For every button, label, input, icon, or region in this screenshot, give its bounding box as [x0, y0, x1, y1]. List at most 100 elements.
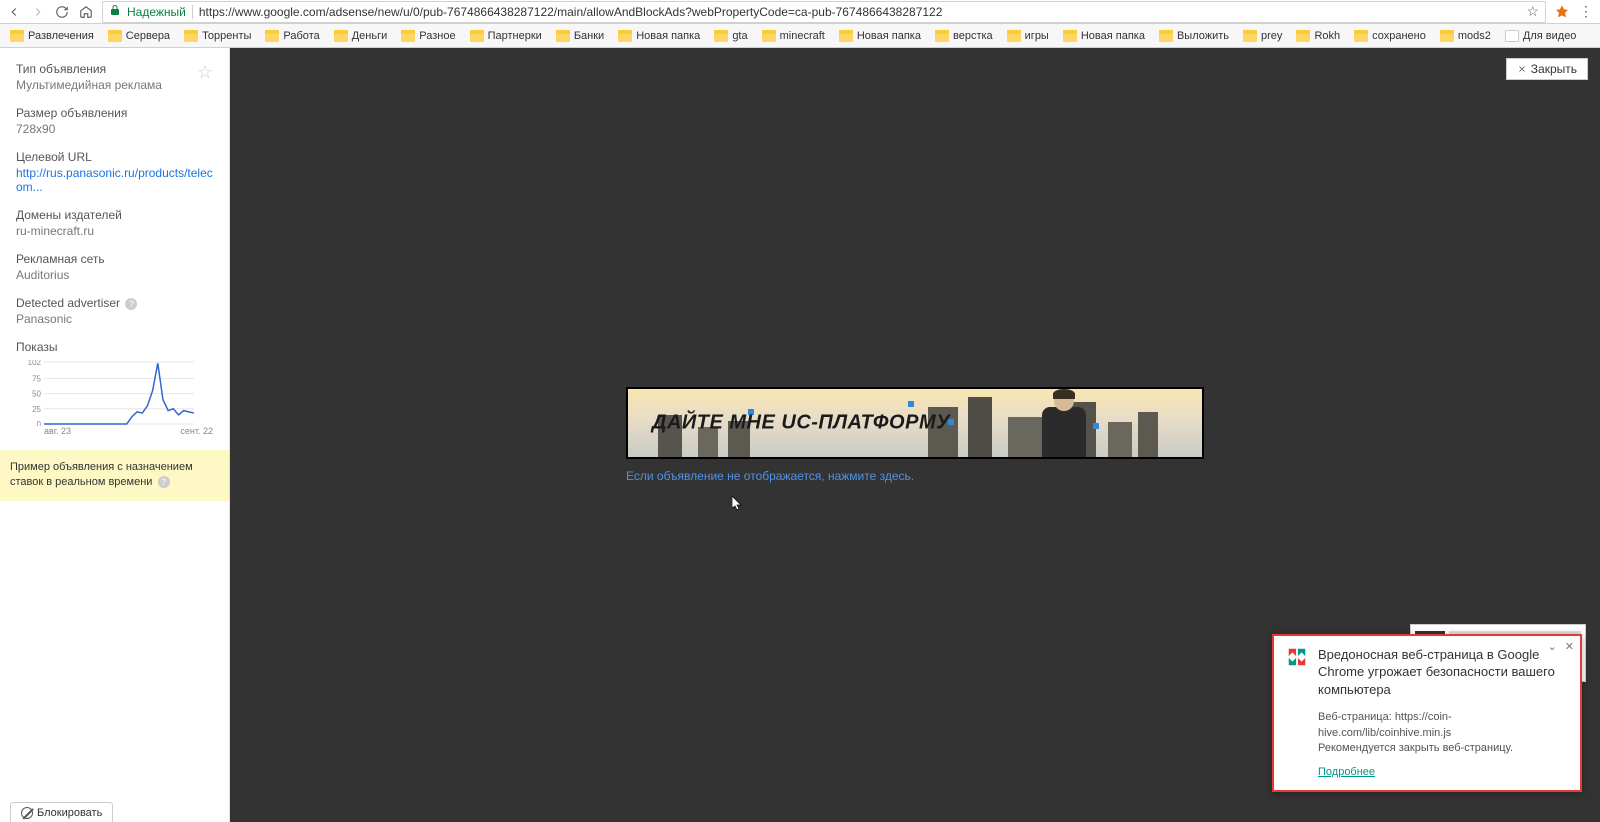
ad-banner[interactable]: ДАЙТЕ МНЕ UC-ПЛАТФОРМУ — [626, 387, 1204, 459]
folder-icon — [1440, 30, 1454, 42]
bookmark-item[interactable]: Развлечения — [4, 28, 100, 44]
kaspersky-logo-icon — [1286, 646, 1308, 668]
bookmark-item[interactable]: gta — [708, 28, 753, 44]
ad-headline: ДАЙТЕ МНЕ UC-ПЛАТФОРМУ — [652, 412, 950, 435]
block-button[interactable]: Блокировать — [10, 802, 113, 822]
block-label: Блокировать — [37, 807, 102, 819]
bookmark-label: Банки — [574, 30, 604, 42]
favorite-star-icon[interactable]: ☆ — [197, 62, 213, 83]
bookmark-item[interactable]: Новая папка — [612, 28, 706, 44]
field-ad-network: Рекламная сеть Auditorius — [16, 252, 213, 282]
folder-icon — [401, 30, 415, 42]
label: Detected advertiser ? — [16, 296, 213, 310]
svg-text:50: 50 — [32, 390, 41, 399]
bookmark-label: Торренты — [202, 30, 251, 42]
bookmark-item[interactable]: Торренты — [178, 28, 257, 44]
folder-icon — [10, 30, 24, 42]
ad-fallback-link[interactable]: Если объявление не отображается, нажмите… — [626, 469, 1204, 483]
bookmark-label: minecraft — [780, 30, 825, 42]
bookmark-label: Работа — [283, 30, 319, 42]
forward-button[interactable] — [30, 4, 46, 20]
bookmark-label: Новая папка — [636, 30, 700, 42]
help-icon[interactable]: ? — [158, 476, 170, 488]
bookmark-item[interactable]: верстка — [929, 28, 999, 44]
close-label: Закрыть — [1531, 62, 1577, 76]
field-ad-type: Тип объявления Мультимедийная реклама — [16, 62, 213, 92]
bookmark-label: Новая папка — [1081, 30, 1145, 42]
field-detected-advertiser: Detected advertiser ? Panasonic — [16, 296, 213, 326]
browser-toolbar: Надежный https://www.google.com/adsense/… — [0, 0, 1600, 24]
bookmark-star-icon[interactable]: ☆ — [1526, 3, 1539, 20]
bookmark-label: сохранено — [1372, 30, 1426, 42]
bookmark-item[interactable]: сохранено — [1348, 28, 1432, 44]
bookmark-item[interactable]: игры — [1001, 28, 1055, 44]
alert-more-link[interactable]: Подробнее — [1318, 765, 1375, 780]
alert-collapse-button[interactable]: ⌄ — [1548, 640, 1557, 653]
bookmark-item[interactable]: Для видео — [1499, 28, 1583, 44]
reload-button[interactable] — [54, 4, 70, 20]
address-bar[interactable]: Надежный https://www.google.com/adsense/… — [102, 1, 1546, 23]
svg-text:75: 75 — [32, 374, 41, 383]
label: Тип объявления — [16, 62, 213, 76]
sidebar: ☆ Тип объявления Мультимедийная реклама … — [0, 48, 230, 822]
folder-icon — [1354, 30, 1368, 42]
label: Домены издателей — [16, 208, 213, 222]
bookmark-label: Rokh — [1314, 30, 1340, 42]
svg-text:102: 102 — [28, 360, 42, 367]
home-button[interactable] — [78, 4, 94, 20]
alert-close-button[interactable]: ✕ — [1565, 640, 1574, 653]
folder-icon — [184, 30, 198, 42]
bookmark-label: Партнерки — [488, 30, 542, 42]
close-button[interactable]: Закрыть — [1506, 58, 1588, 80]
divider — [192, 5, 193, 19]
folder-icon — [556, 30, 570, 42]
bookmark-item[interactable]: Новая папка — [833, 28, 927, 44]
folder-icon — [108, 30, 122, 42]
alert-advice: Рекомендуется закрыть веб-страницу. — [1318, 741, 1568, 756]
man-figure — [1036, 389, 1092, 457]
folder-icon — [618, 30, 632, 42]
ad-container: ДАЙТЕ МНЕ UC-ПЛАТФОРМУ Если объявление н… — [626, 387, 1204, 483]
bookmark-item[interactable]: Банки — [550, 28, 610, 44]
folder-icon — [762, 30, 776, 42]
chrome-menu-button[interactable]: ⋮ — [1578, 4, 1594, 20]
target-url-link[interactable]: http://rus.panasonic.ru/products/telecom… — [16, 166, 213, 194]
bookmarks-bar: РазвлеченияСервера Торренты Работа ДеньгиРа… — [0, 24, 1600, 48]
mouse-cursor-icon — [732, 496, 744, 515]
bookmark-item[interactable]: Деньги — [328, 28, 394, 44]
bookmark-item[interactable]: Новая папка — [1057, 28, 1151, 44]
bookmark-item[interactable]: minecraft — [756, 28, 831, 44]
bookmark-item[interactable]: mods2 — [1434, 28, 1497, 44]
bookmark-item[interactable]: Партнерки — [464, 28, 548, 44]
back-button[interactable] — [6, 4, 22, 20]
bookmark-label: верстка — [953, 30, 993, 42]
url-text: https://www.google.com/adsense/new/u/0/p… — [199, 5, 1521, 19]
chart-x-labels: авг. 23 сент. 22 — [16, 426, 213, 436]
bookmark-item[interactable]: Разное — [395, 28, 461, 44]
folder-icon — [1505, 30, 1519, 42]
ad-preview-area: Закрыть ДАЙТЕ МНЕ UC-ПЛАТФОРМУ Если объя… — [230, 48, 1600, 822]
block-icon — [21, 807, 33, 819]
bookmark-label: Выложить — [1177, 30, 1229, 42]
kaspersky-alert: ⌄ ✕ Вредоносная веб-страница в Google Ch… — [1272, 634, 1582, 792]
impressions-chart: 1027550250 авг. 23 сент. 22 — [16, 360, 213, 436]
bookmark-label: Для видео — [1523, 30, 1577, 42]
value: Auditorius — [16, 268, 213, 282]
bookmark-item[interactable]: Работа — [259, 28, 325, 44]
label-text: Detected advertiser — [16, 296, 120, 310]
value: ru-minecraft.ru — [16, 224, 213, 238]
folder-icon — [935, 30, 949, 42]
extension-icon[interactable] — [1554, 4, 1570, 20]
bookmark-item[interactable]: Сервера — [102, 28, 176, 44]
label: Размер объявления — [16, 106, 213, 120]
alert-page-label: Веб-страница: https://coin-hive.com/lib/… — [1318, 710, 1568, 741]
bookmark-label: игры — [1025, 30, 1049, 42]
secure-label: Надежный — [127, 5, 186, 19]
bookmark-item[interactable]: prey — [1237, 28, 1288, 44]
bookmark-item[interactable]: Выложить — [1153, 28, 1235, 44]
bookmark-item[interactable]: Rokh — [1290, 28, 1346, 44]
folder-icon — [1243, 30, 1257, 42]
bookmark-label: prey — [1261, 30, 1282, 42]
help-icon[interactable]: ? — [125, 298, 137, 310]
folder-icon — [265, 30, 279, 42]
